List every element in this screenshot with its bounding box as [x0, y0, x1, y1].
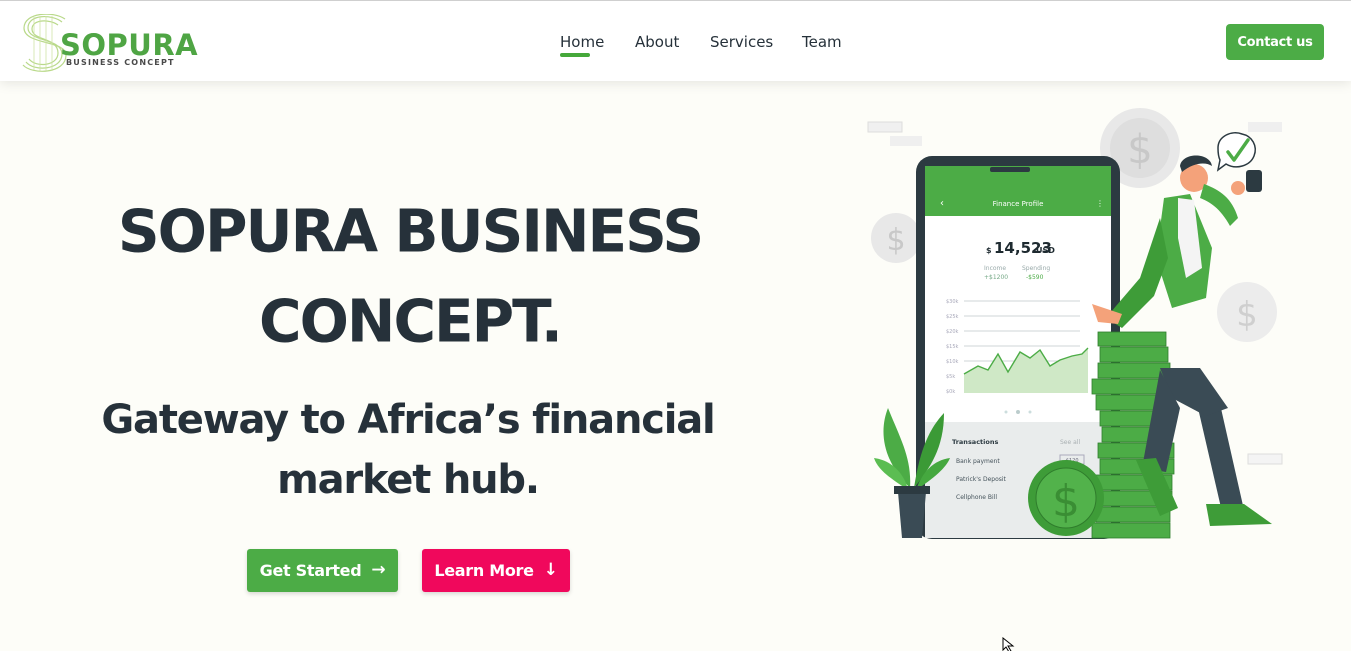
- y-tick-5k: $5k: [946, 374, 955, 380]
- svg-text:$: $: [1052, 476, 1080, 527]
- y-tick-20k: $20k: [946, 329, 959, 335]
- hero-subtitle: Gateway to Africa’s financial market hub…: [58, 390, 758, 510]
- back-chevron-icon: ‹: [940, 198, 944, 209]
- y-tick-10k: $10k: [946, 359, 959, 365]
- phone-screen-title: Finance Profile: [993, 200, 1044, 208]
- hero-title-line-1: SOPURA BUSINESS: [117, 196, 704, 266]
- y-tick-25k: $25k: [946, 314, 959, 320]
- mouse-cursor-icon: [1002, 637, 1015, 651]
- svg-text:$: $: [1236, 295, 1258, 335]
- transactions-title: Transactions: [952, 438, 998, 446]
- hero-title-line-2: CONCEPT.: [259, 286, 563, 356]
- y-tick-15k: $15k: [946, 344, 959, 350]
- arrow-down-icon: ↓: [543, 560, 558, 580]
- balance-currency: USD: [1036, 246, 1055, 255]
- y-tick-30k: $30k: [946, 299, 959, 305]
- logo[interactable]: SOPURA BUSINESS CONCEPT: [22, 14, 198, 72]
- hero-subtitle-line-2: market hub.: [277, 457, 540, 503]
- get-started-button[interactable]: Get Started →: [247, 549, 398, 592]
- arrow-right-icon: →: [371, 560, 386, 580]
- spending-value: -$590: [1026, 274, 1044, 281]
- transaction-2-name: Patrick's Deposit: [956, 476, 1007, 483]
- nav-item-team[interactable]: Team: [802, 32, 842, 52]
- see-all-link: See all: [1060, 439, 1080, 446]
- transaction-1-name: Bank payment: [956, 458, 1000, 465]
- spending-label: Spending: [1022, 265, 1050, 272]
- transaction-3-name: Cellphone Bill: [956, 494, 997, 501]
- balance-currency-symbol: $: [986, 246, 992, 255]
- learn-more-label: Learn More: [434, 561, 534, 580]
- nav-item-about[interactable]: About: [635, 32, 679, 52]
- hero-subtitle-line-1: Gateway to Africa’s financial: [101, 397, 715, 443]
- learn-more-button[interactable]: Learn More ↓: [422, 549, 570, 592]
- svg-text:$: $: [1127, 127, 1152, 173]
- income-value: +$1200: [984, 274, 1008, 281]
- nav-item-home[interactable]: Home: [560, 32, 604, 57]
- contact-us-button[interactable]: Contact us: [1226, 24, 1324, 60]
- nav-item-services[interactable]: Services: [710, 32, 773, 52]
- finance-illustration: $ $ $ Finance Profile ‹ ⋮ $ 14,523 USD I…: [867, 108, 1283, 539]
- more-vertical-icon: ⋮: [1096, 199, 1104, 208]
- income-label: Income: [984, 265, 1006, 272]
- logo-tagline: BUSINESS CONCEPT: [66, 58, 175, 67]
- hero-title: SOPURA BUSINESS CONCEPT.: [60, 186, 760, 366]
- get-started-label: Get Started: [259, 561, 362, 580]
- logo-wordmark: SOPURA: [60, 28, 199, 62]
- site-header: SOPURA BUSINESS CONCEPT Home About Servi…: [0, 0, 1351, 81]
- svg-text:$: $: [886, 223, 905, 258]
- y-tick-0k: $0k: [946, 389, 955, 395]
- hero-illustration: $ $ $ Finance Profile ‹ ⋮ $ 14,523 USD I…: [860, 108, 1290, 548]
